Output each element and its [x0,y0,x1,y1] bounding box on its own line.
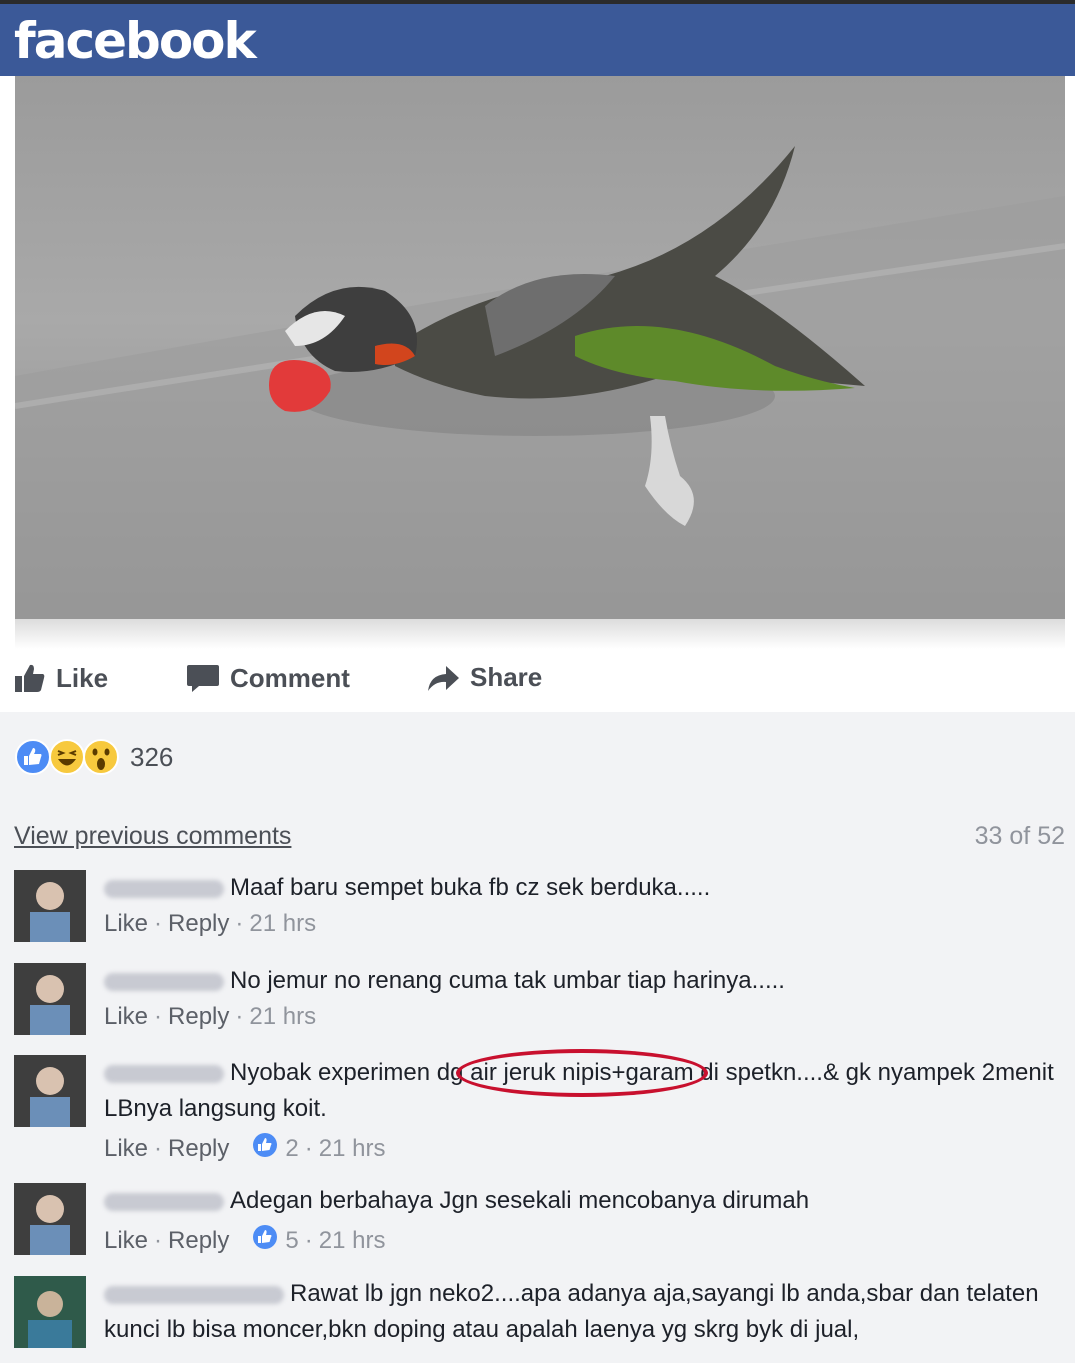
like-button[interactable]: Like [14,662,108,694]
comment-like-link[interactable]: Like [104,1003,148,1031]
comment-text: No jemur no renang cuma tak umbar tiap h… [230,967,785,994]
avatar[interactable] [14,1183,86,1255]
comment-like-count: 2 [285,1134,299,1162]
avatar[interactable] [14,1055,86,1127]
avatar[interactable] [14,870,86,942]
comment-like-link[interactable]: Like [104,910,148,938]
wow-reaction-icon [83,739,119,775]
reaction-summary[interactable]: 326 [14,738,173,776]
haha-reaction-icon [49,739,85,775]
comment-like-count: 5 [285,1226,299,1254]
post-actions: Like Comment Share [0,650,1075,710]
avatar-photo-icon [14,1276,86,1348]
blurred-user-name[interactable] [104,1285,284,1304]
comment-like-link[interactable]: Like [104,1135,148,1163]
comment-paging: 33 of 52 [974,822,1065,850]
red-circle-annotation [456,1049,708,1097]
avatar[interactable] [14,963,86,1035]
reaction-count: 326 [130,741,174,772]
comment-label: Comment [230,662,350,693]
avatar-photo-icon [14,1183,86,1255]
comments-section [0,712,1075,1363]
comment-time[interactable]: 21 hrs [249,910,316,938]
thumbs-up-icon [15,664,45,692]
comment-reply-link[interactable]: Reply [168,1003,229,1031]
like-reaction-icon [15,739,51,775]
post-photo[interactable] [15,76,1065,619]
comment-button[interactable]: Comment [186,662,350,694]
blurred-user-name[interactable] [104,879,224,898]
share-button[interactable]: Share [426,662,542,693]
comment-time[interactable]: 21 hrs [319,1135,386,1163]
like-badge-icon [253,1133,278,1157]
comment-like-link[interactable]: Like [104,1227,148,1255]
like-label: Like [56,662,109,693]
top-bar: facebook [0,0,1075,76]
avatar-photo-icon [14,1055,86,1127]
comment-bubble-icon [187,665,219,692]
comment-time[interactable]: 21 hrs [249,1003,316,1031]
like-badge-icon [253,1225,278,1249]
comment-like-count-badge[interactable] [251,1131,279,1166]
avatar[interactable] [14,1276,86,1348]
blurred-user-name[interactable] [104,1192,224,1211]
comment-time[interactable]: 21 hrs [319,1227,386,1255]
share-arrow-icon [428,665,459,691]
comment-text: Maaf baru sempet buka fb cz sek berduka.… [230,874,711,901]
comment-like-count-badge[interactable] [251,1223,279,1258]
dead-bird-image [15,76,1065,619]
photo-shadow [15,619,1065,649]
comment-reply-link[interactable]: Reply [168,1227,229,1255]
avatar-photo-icon [14,963,86,1035]
comment-reply-link[interactable]: Reply [168,1135,229,1163]
comment-text: Adegan berbahaya Jgn sesekali mencobanya… [230,1187,810,1214]
blurred-user-name[interactable] [104,1064,224,1083]
view-previous-comments-link[interactable]: View previous comments [14,822,291,851]
facebook-logo[interactable]: facebook [14,12,257,70]
share-label: Share [470,662,543,692]
comment-reply-link[interactable]: Reply [168,910,229,938]
avatar-photo-icon [14,870,86,942]
blurred-user-name[interactable] [104,972,224,991]
comment-text-before: Nyobak experimen dg [230,1059,471,1086]
highlighted-phrase: air jeruk nipis+garam [456,1049,708,1097]
